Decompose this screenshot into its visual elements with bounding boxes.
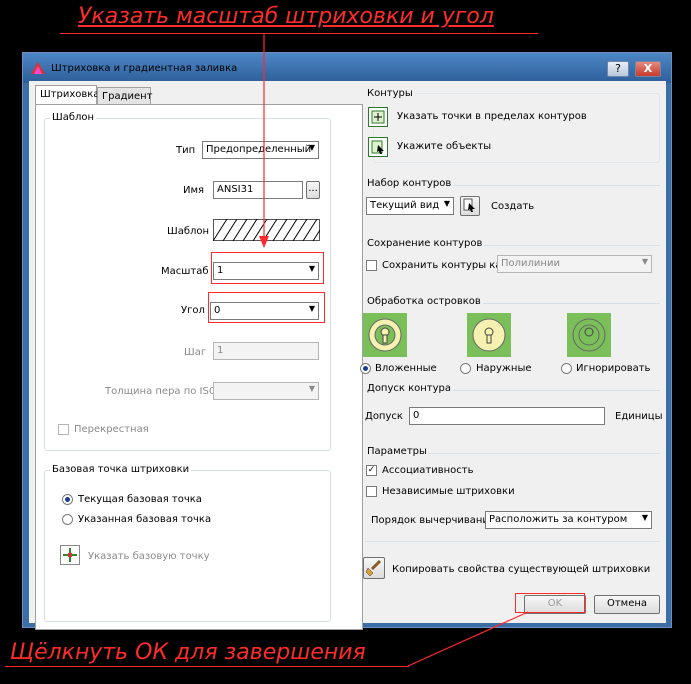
annotation-arrows (259, 34, 529, 667)
annotation-bottom: Щёлкнуть ОК для завершения (10, 640, 366, 665)
annotation-bottom-underline (5, 666, 409, 667)
